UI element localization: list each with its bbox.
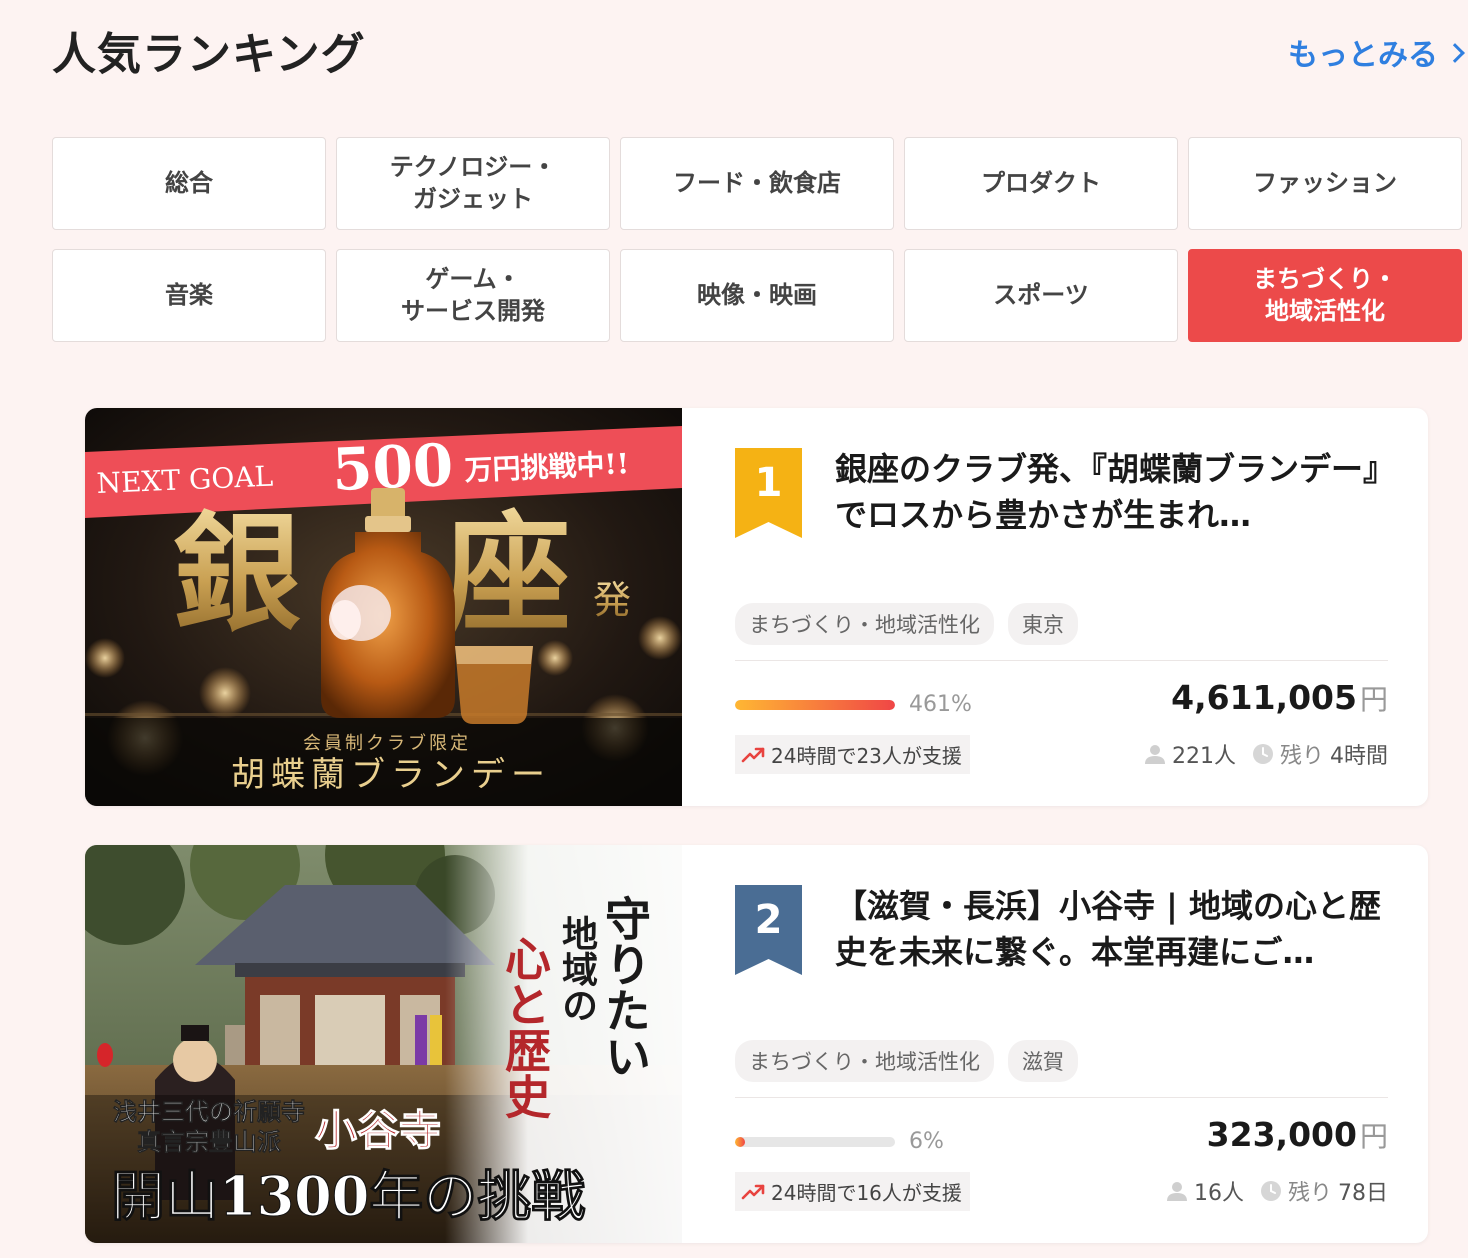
clock-icon [1260,1181,1281,1201]
thumbnail-banner-rest: 万円挑戦中!! [464,447,630,487]
tab-label: テクノロジー・ ガジェット [389,153,557,213]
rank-number: 2 [754,897,783,943]
see-more-link[interactable]: もっとみる [1288,30,1465,74]
tag-list: まちづくり・地域活性化 滋賀 [735,1040,1078,1082]
tab-label: ファッション [1253,168,1397,197]
project-thumbnail[interactable]: 守りたい 地域の 心と歴史 浅井三代の祈願寺 真言宗豊山派 小谷寺 開山1300… [85,845,682,1243]
tag-category[interactable]: まちづくり・地域活性化 [735,603,994,645]
clock-icon [1252,744,1273,764]
remaining-stat: 残り 4時間 [1252,738,1388,770]
rank-badge: 1 [735,448,802,538]
tab-label: 音楽 [165,280,213,309]
tab-label: 映像・映画 [697,280,817,309]
thumbnail-temple-name: 小谷寺 [315,1106,441,1155]
remaining-stat: 残り 78日 [1260,1175,1388,1207]
person-icon [1144,745,1165,764]
rank-badge: 2 [735,885,802,975]
tab-food[interactable]: フード・飲食店 [620,137,894,230]
supporters-stat: 221人 [1144,738,1236,770]
trending-up-icon [741,747,765,762]
trending-up-icon [741,1184,765,1199]
supporters-stat: 16人 [1166,1175,1244,1207]
see-more-label: もっとみる [1288,38,1438,73]
project-thumbnail[interactable]: NEXT GOAL 500 万円挑戦中!! 銀 座 発 会員制クラブ限定 胡蝶蘭… [85,408,682,806]
thumbnail-big-char-right: 座 [443,499,571,649]
tab-label: まちづくり・ 地域活性化 [1253,265,1397,325]
funding-progress-bar [735,700,895,710]
tab-label: プロダクト [981,168,1101,197]
project-title[interactable]: 銀座のクラブ発、『胡蝶蘭ブランデー』でロスから豊かさが生まれ… [835,446,1388,538]
divider [735,660,1388,661]
tab-game-service[interactable]: ゲーム・ サービス開発 [336,249,610,342]
thumbnail-vertical-text-2: 地域の [556,915,598,1023]
project-stats: 16人 残り 78日 [1166,1175,1388,1207]
tab-label: ゲーム・ サービス開発 [401,265,545,325]
page-title: 人気ランキング [52,29,366,80]
tag-region[interactable]: 滋賀 [1008,1040,1078,1082]
trending-text: 24時間で16人が支援 [771,1181,962,1205]
supporters-count: 221人 [1171,744,1236,769]
tab-label: スポーツ [993,280,1089,309]
thumbnail-headline: 開山1300年の挑戦 [111,1164,585,1228]
rank-number: 1 [754,460,783,506]
project-info: 1 銀座のクラブ発、『胡蝶蘭ブランデー』でロスから豊かさが生まれ… まちづくり・… [735,408,1388,806]
tab-fashion[interactable]: ファッション [1188,137,1462,230]
tab-label: 総合 [165,168,213,197]
tab-video-film[interactable]: 映像・映画 [620,249,894,342]
project-title[interactable]: 【滋賀・長浜】小谷寺 | 地域の心と歴史を未来に繋ぐ。本堂再建にご… [835,883,1388,975]
project-card[interactable]: NEXT GOAL 500 万円挑戦中!! 銀 座 発 会員制クラブ限定 胡蝶蘭… [85,408,1428,806]
thumbnail-big-char-left: 銀 [173,499,301,649]
progress-fill [735,1137,745,1147]
supporters-count: 16人 [1193,1181,1244,1206]
thumbnail-caption-2: 真言宗豊山派 [137,1127,281,1156]
remaining-time: 4時間 [1330,744,1388,769]
category-tabs: 総合 テクノロジー・ ガジェット フード・飲食店 プロダクト ファッション 音楽 … [52,137,1462,342]
ranking-header: 人気ランキング もっとみる [52,18,1468,80]
tab-label: フード・飲食店 [673,168,841,197]
thumbnail-small-char: 発 [593,578,631,622]
tag-list: まちづくり・地域活性化 東京 [735,603,1078,645]
funding-amount: 323,000 円 [1207,1115,1388,1155]
thumbnail-vertical-text-3: 心と歴史 [498,935,552,1119]
tab-community-development[interactable]: まちづくり・ 地域活性化 [1188,249,1462,342]
remaining-label: 残り [1279,744,1324,769]
project-stats: 221人 残り 4時間 [1144,738,1388,770]
tab-overall[interactable]: 総合 [52,137,326,230]
trending-badge: 24時間で16人が支援 [735,1172,970,1211]
thumbnail-product-name: 胡蝶蘭ブランデー [231,755,551,795]
amount-value: 323,000 [1206,1115,1357,1154]
amount-value: 4,611,005 [1171,678,1357,717]
funding-amount: 4,611,005 円 [1171,678,1388,718]
tag-category[interactable]: まちづくり・地域活性化 [735,1040,994,1082]
currency-label: 円 [1359,1120,1388,1153]
brandy-thumbnail-image: NEXT GOAL 500 万円挑戦中!! 銀 座 発 会員制クラブ限定 胡蝶蘭… [85,408,682,806]
person-icon [1166,1182,1187,1201]
remaining-time: 78日 [1338,1181,1388,1206]
divider [735,1097,1388,1098]
remaining-label: 残り [1287,1181,1332,1206]
tab-technology-gadget[interactable]: テクノロジー・ ガジェット [336,137,610,230]
tab-product[interactable]: プロダクト [904,137,1178,230]
funding-percent: 6% [909,1129,944,1154]
thumbnail-subtitle: 会員制クラブ限定 [303,732,471,754]
trending-text: 24時間で23人が支援 [771,744,962,768]
funding-percent: 461% [909,692,972,717]
tab-music[interactable]: 音楽 [52,249,326,342]
trending-badge: 24時間で23人が支援 [735,735,970,774]
project-info: 2 【滋賀・長浜】小谷寺 | 地域の心と歴史を未来に繋ぐ。本堂再建にご… まちづ… [735,845,1388,1243]
tag-region[interactable]: 東京 [1008,603,1078,645]
tab-sports[interactable]: スポーツ [904,249,1178,342]
thumbnail-vertical-text-1: 守りたい [598,895,652,1079]
currency-label: 円 [1359,683,1388,716]
funding-progress-bar [735,1137,895,1147]
progress-fill [735,700,895,710]
project-card[interactable]: 守りたい 地域の 心と歴史 浅井三代の祈願寺 真言宗豊山派 小谷寺 開山1300… [85,845,1428,1243]
temple-thumbnail-image: 守りたい 地域の 心と歴史 浅井三代の祈願寺 真言宗豊山派 小谷寺 開山1300… [85,845,682,1243]
chevron-right-icon [1445,43,1465,63]
thumbnail-caption-1: 浅井三代の祈願寺 [113,1097,305,1126]
